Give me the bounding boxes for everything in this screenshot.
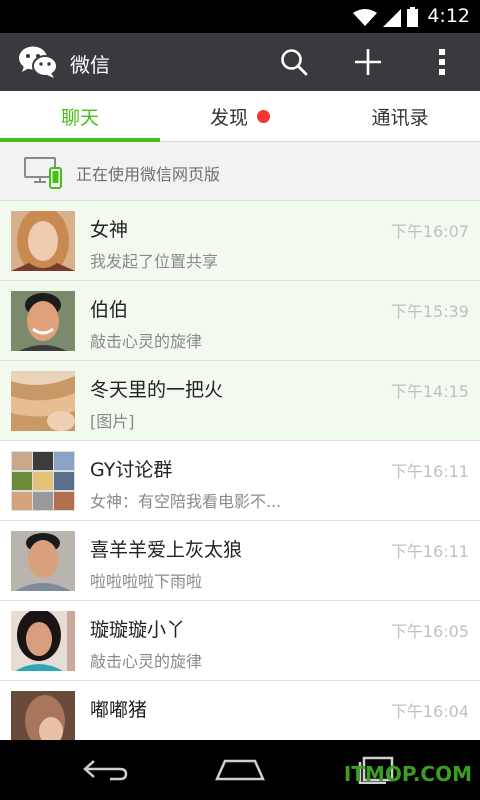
chat-preview: 啦啦啦啦下雨啦 — [90, 572, 203, 591]
chat-item[interactable]: 嘟嘟猪 。。。。。。。 下午16:04 — [0, 681, 480, 740]
chat-preview: [图片] — [90, 412, 135, 431]
chat-time: 下午16:11 — [390, 462, 469, 481]
chat-item[interactable]: 璇璇璇小丫 敲击心灵的旋律 下午16:05 — [0, 601, 480, 681]
chat-name: GY讨论群 — [90, 459, 173, 481]
avatar — [11, 211, 75, 271]
chat-preview: 女神：有空陪我看电影不... — [90, 492, 282, 511]
watermark: ITMOP.COM — [343, 762, 472, 786]
avatar — [11, 691, 75, 740]
add-button[interactable] — [348, 42, 388, 82]
tab-chats[interactable]: 聊天 — [0, 91, 160, 142]
battery-icon — [407, 7, 418, 27]
tab-contacts[interactable]: 通讯录 — [320, 91, 480, 142]
chat-time: 下午16:07 — [390, 222, 469, 241]
avatar — [11, 291, 75, 351]
tab-chats-label: 聊天 — [60, 107, 99, 129]
desktop-phone-icon — [24, 157, 62, 189]
chat-time: 下午15:39 — [390, 302, 469, 321]
chat-time: 下午16:05 — [390, 622, 469, 641]
cell-signal-icon — [383, 9, 401, 27]
chat-name: 嘟嘟猪 — [90, 699, 148, 721]
action-bar: 微信 — [0, 33, 480, 91]
chat-time: 下午14:15 — [390, 382, 469, 401]
wechat-logo-icon — [19, 46, 58, 78]
chat-item[interactable]: 女神 我发起了位置共享 下午16:07 — [0, 201, 480, 281]
plus-icon — [355, 49, 381, 75]
group-avatar — [11, 451, 75, 511]
chat-preview: 敲击心灵的旋律 — [90, 332, 203, 351]
app-title: 微信 — [70, 53, 110, 77]
chat-item[interactable]: 伯伯 敲击心灵的旋律 下午15:39 — [0, 281, 480, 361]
overflow-menu-icon — [439, 49, 445, 75]
status-icons — [353, 7, 418, 27]
avatar — [11, 371, 75, 431]
web-login-banner[interactable]: 正在使用微信网页版 — [0, 142, 480, 201]
chat-preview: 敲击心灵的旋律 — [90, 652, 203, 671]
chat-name: 喜羊羊爱上灰太狼 — [90, 539, 243, 561]
avatar — [11, 531, 75, 591]
wifi-icon — [353, 9, 377, 26]
chat-name: 璇璇璇小丫 — [90, 619, 186, 641]
system-nav-bar: ITMOP.COM — [0, 740, 480, 800]
chat-item[interactable]: 喜羊羊爱上灰太狼 啦啦啦啦下雨啦 下午16:11 — [0, 521, 480, 601]
tab-discover-label: 发现 — [209, 107, 248, 129]
search-button[interactable] — [274, 42, 314, 82]
tab-contacts-label: 通讯录 — [371, 107, 429, 129]
search-icon — [281, 49, 308, 76]
avatar — [11, 611, 75, 671]
status-time: 4:12 — [427, 5, 470, 27]
chat-item[interactable]: 冬天里的一把火 [图片] 下午14:15 — [0, 361, 480, 441]
web-banner-text: 正在使用微信网页版 — [76, 165, 221, 184]
home-icon — [215, 759, 265, 781]
back-button[interactable] — [76, 750, 136, 790]
chat-time: 下午16:11 — [390, 542, 469, 561]
red-dot-badge — [257, 110, 270, 123]
overflow-menu-button[interactable] — [422, 42, 462, 82]
chat-name: 女神 — [90, 219, 129, 241]
chat-preview: 我发起了位置共享 — [90, 252, 219, 271]
chat-time: 下午16:04 — [390, 702, 469, 721]
tab-discover[interactable]: 发现 — [160, 91, 320, 142]
chat-item[interactable]: GY讨论群 女神：有空陪我看电影不... 下午16:11 — [0, 441, 480, 521]
back-icon — [83, 760, 128, 781]
chat-list: 女神 我发起了位置共享 下午16:07 伯伯 敲击心灵的旋律 下午15:39 冬… — [0, 201, 480, 740]
chat-name: 伯伯 — [90, 299, 129, 321]
status-bar: 4:12 — [0, 0, 480, 33]
chat-name: 冬天里的一把火 — [90, 379, 224, 401]
tab-bar: 聊天 发现 通讯录 — [0, 91, 480, 142]
home-button[interactable] — [210, 750, 270, 790]
chat-preview: 。。。。。。。 — [90, 728, 154, 740]
